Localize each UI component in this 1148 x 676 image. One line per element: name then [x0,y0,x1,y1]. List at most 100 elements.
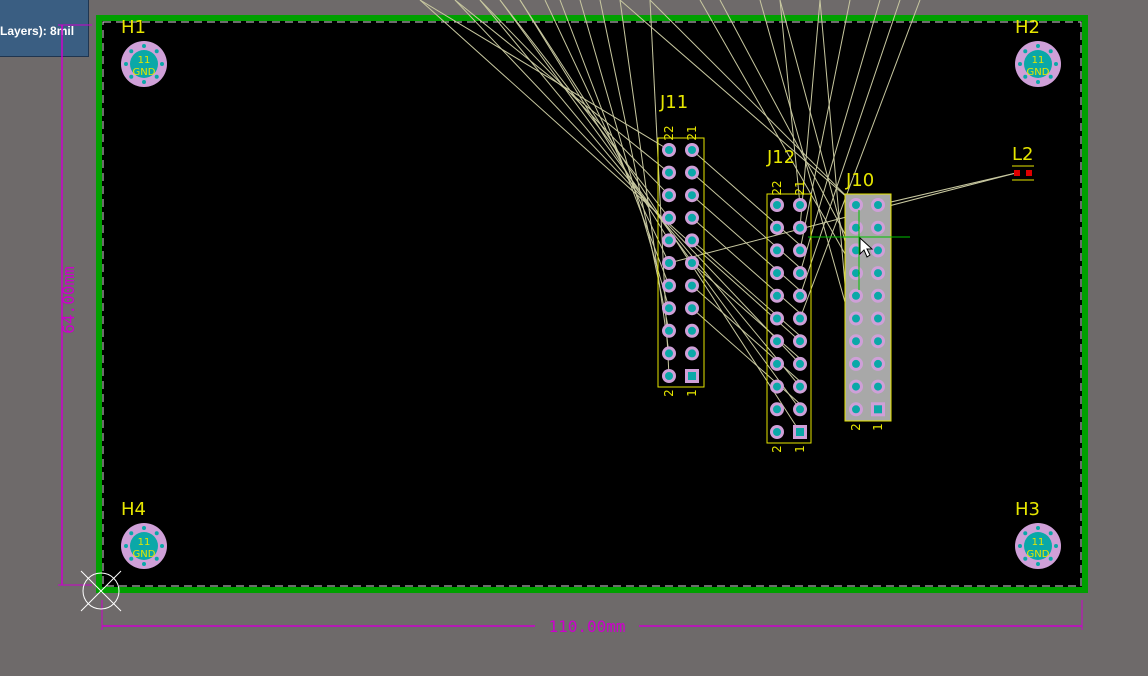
via-dot [1054,544,1058,548]
hole-net: GND [1027,67,1050,78]
pad-hole [665,304,673,313]
pad-hole [874,269,882,278]
hole-net: GND [133,67,156,78]
via-dot [1036,562,1040,566]
pad-hole [688,213,696,222]
pad-hole [773,246,781,255]
pad-hole [852,337,860,346]
pad-hole [852,359,860,368]
via-dot [1036,80,1040,84]
ref-h4: H4 [121,499,146,520]
pin-number-label: 1 [685,389,699,397]
via-dot [154,531,159,536]
via-dot [160,62,164,66]
via-dot [1023,49,1028,54]
pad-hole [852,405,860,414]
board-body [96,15,1088,593]
hole-net: GND [1027,549,1050,560]
via-dot [1054,62,1058,66]
pad-hole [773,337,781,346]
ref-h3: H3 [1015,499,1040,520]
dimension-width: 110.00mm [101,600,1083,636]
via-dot [124,62,128,66]
pad-hole [665,281,673,290]
dimension-width-label: 110.00mm [548,617,625,636]
pad-hole [773,291,781,300]
ref-l2: L2 [1012,144,1033,165]
pin-number-label: 22 [662,125,676,140]
hole-pin: 11 [138,55,151,66]
hole-pin: 11 [1032,537,1045,548]
pad-hole [773,201,781,209]
via-dot [142,562,146,566]
pad-hole [796,291,804,300]
pad-hole [665,259,673,267]
via-dot [1018,544,1022,548]
pad-hole [874,201,882,209]
pad-hole [665,349,673,358]
via-dot [1036,526,1040,530]
dimension-height: 64.00mm [58,24,92,586]
via-dot [142,80,146,84]
pin-number-label: 21 [793,180,807,195]
pad-hole [852,314,860,323]
pad-hole [874,314,882,323]
dimension-height-label: 64.00mm [59,266,78,333]
pad-hole [874,291,882,300]
pad-hole [796,223,804,232]
via-dot [1023,531,1028,536]
pad-hole [688,349,696,358]
hole-net: GND [133,549,156,560]
via-dot [142,44,146,48]
pad-hole [688,146,696,154]
pad-hole [796,337,804,346]
connector-j10[interactable]: J10 2 1 [844,170,892,431]
pad-hole [688,304,696,313]
pad-hole [773,314,781,323]
via-dot [160,544,164,548]
pad-hole [773,223,781,232]
ref-j11: J11 [659,92,688,113]
via-dot [1048,49,1053,54]
pin-number-label: 1 [793,445,807,453]
pad-hole [665,236,673,245]
pad-hole [796,246,804,255]
via-dot [142,526,146,530]
pad-hole [773,428,781,436]
pad-hole [665,326,673,335]
via-dot [1018,62,1022,66]
via-dot [129,531,134,536]
pad-hole [852,382,860,391]
pad-hole [688,372,696,380]
ref-j12: J12 [766,147,795,168]
pad-hole [773,405,781,414]
ref-h2: H2 [1015,17,1040,38]
pad-hole [796,382,804,391]
pad-hole [665,213,673,222]
pad-hole [688,191,696,200]
pad-hole [773,382,781,391]
pad-hole [773,269,781,278]
pad-hole [852,291,860,300]
pad-hole [773,359,781,368]
pad-hole [665,191,673,200]
pin-number-label: 2 [662,389,676,397]
hole-pin: 11 [1032,55,1045,66]
l2-pad-2[interactable] [1026,170,1032,176]
pad-hole [665,146,673,154]
pcb-canvas[interactable]: H111GNDH211GNDH311GNDH411GND J1122 212 1J1… [0,0,1148,676]
pin-number-label: 21 [685,125,699,140]
pad-hole [688,168,696,177]
ref-h1: H1 [121,17,146,38]
l2-pad-1[interactable] [1014,170,1020,176]
pin-number-label: 2 [849,423,863,431]
hole-pin: 11 [138,537,151,548]
pad-hole [796,314,804,323]
pad-hole [874,223,882,232]
ref-j10: J10 [845,170,874,191]
pad-hole [852,201,860,209]
pin-number-label: 2 [770,445,784,453]
pad-hole [796,201,804,209]
pad-hole [688,281,696,290]
pad-hole [874,359,882,368]
